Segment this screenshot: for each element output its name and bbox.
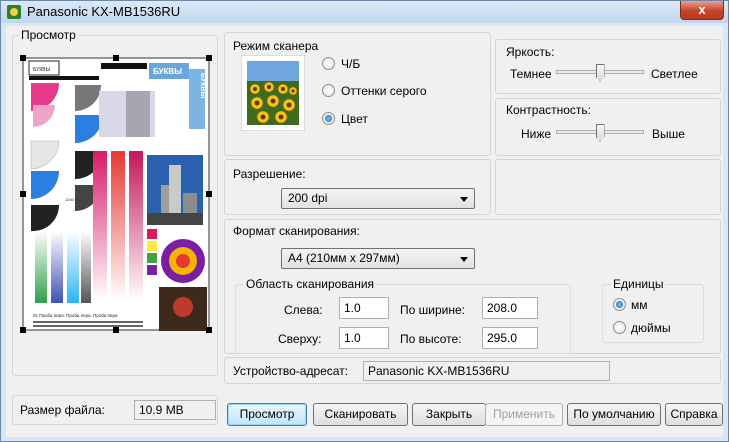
destination-label: Устройство-адресат: bbox=[233, 364, 349, 378]
app-icon bbox=[7, 5, 21, 19]
left-offset-label: Слева: bbox=[284, 303, 323, 317]
contrast-slider-thumb[interactable] bbox=[595, 124, 605, 142]
gray-label-text: 1250 M bbox=[65, 197, 78, 202]
scan-format-panel: Формат сканирования: A4 (210мм x 297мм) … bbox=[224, 219, 721, 354]
chevron-down-icon bbox=[460, 257, 468, 262]
resolution-select[interactable]: 200 dpi bbox=[281, 188, 475, 209]
scanner-mode-panel: Режим сканера Ч/Б Оттенки серого Цвет bbox=[224, 32, 491, 156]
window-title: Panasonic KX-MB1536RU bbox=[27, 4, 181, 19]
contrast-label: Контрастность: bbox=[506, 103, 592, 117]
apply-button[interactable]: Применить bbox=[485, 403, 563, 426]
preview-group: Просмотр БУКВЫ БУКВЫ БУКВЫ 1250 M 1250 M… bbox=[12, 28, 218, 376]
file-size-value: 10.9 MB bbox=[134, 400, 216, 420]
units-label-inch: дюймы bbox=[631, 321, 671, 335]
scan-area-group: Область сканирования Слева: 1.0 По ширин… bbox=[235, 277, 571, 354]
mode-radio-grayscale[interactable] bbox=[322, 84, 335, 97]
blue-word-text: БУКВЫ bbox=[153, 67, 182, 76]
brightness-slider-thumb[interactable] bbox=[595, 64, 605, 82]
circle-label-text: 1250 M bbox=[159, 239, 172, 244]
left-offset-input[interactable]: 1.0 bbox=[339, 297, 389, 319]
brightness-max-label: Светлее bbox=[651, 67, 698, 81]
brightness-min-label: Темнее bbox=[510, 67, 552, 81]
scan-format-value: A4 (210мм x 297мм) bbox=[288, 251, 400, 265]
close-window-button[interactable]: x bbox=[680, 1, 724, 20]
destination-panel: Устройство-адресат: Panasonic KX-MB1536R… bbox=[224, 357, 721, 384]
mode-label-bw: Ч/Б bbox=[341, 57, 361, 71]
color-mode-thumbnail bbox=[241, 55, 305, 131]
mode-label-grayscale: Оттенки серого bbox=[341, 84, 427, 98]
height-label: По высоте: bbox=[400, 332, 462, 346]
brightness-label: Яркость: bbox=[506, 45, 555, 59]
scan-format-label: Формат сканирования: bbox=[233, 224, 360, 238]
top-offset-label: Сверху: bbox=[278, 332, 322, 346]
resolution-value: 200 dpi bbox=[288, 191, 328, 205]
preview-button[interactable]: Просмотр bbox=[227, 403, 307, 426]
width-label: По ширине: bbox=[400, 303, 465, 317]
preview-group-label: Просмотр bbox=[19, 28, 78, 42]
defaults-button[interactable]: По умолчанию bbox=[567, 403, 661, 426]
title-bar[interactable]: Panasonic KX-MB1536RU x bbox=[1, 1, 728, 23]
scanner-dialog-window: Panasonic KX-MB1536RU x Просмотр БУКВЫ Б… bbox=[0, 0, 729, 442]
scan-button[interactable]: Сканировать bbox=[313, 403, 408, 426]
dialog-client-area: Просмотр БУКВЫ БУКВЫ БУКВЫ 1250 M 1250 M… bbox=[6, 26, 723, 437]
scan-format-select[interactable]: A4 (210мм x 297мм) bbox=[281, 248, 475, 269]
scanner-mode-label: Режим сканера bbox=[233, 39, 319, 53]
empty-panel bbox=[495, 159, 721, 215]
resolution-label: Разрешение: bbox=[233, 167, 306, 181]
preview-image[interactable]: БУКВЫ БУКВЫ БУКВЫ 1250 M 1250 M 01 Проба… bbox=[19, 55, 213, 333]
height-input[interactable]: 295.0 bbox=[482, 327, 538, 349]
units-group: Единицы мм дюймы bbox=[602, 277, 704, 343]
units-label-mm: мм bbox=[631, 298, 648, 312]
top-offset-input[interactable]: 1.0 bbox=[339, 327, 389, 349]
contrast-max-label: Выше bbox=[652, 127, 685, 141]
corner-box-text: БУКВЫ bbox=[33, 67, 51, 73]
resolution-panel: Разрешение: 200 dpi bbox=[224, 159, 491, 215]
units-radio-mm[interactable] bbox=[613, 298, 626, 311]
destination-field: Panasonic KX-MB1536RU bbox=[363, 361, 610, 381]
file-size-label: Размер файла: bbox=[20, 403, 105, 417]
close-icon: x bbox=[698, 2, 706, 17]
mode-label-color: Цвет bbox=[341, 112, 368, 126]
vertical-word-text: БУКВЫ bbox=[199, 73, 206, 99]
scan-area-label: Область сканирования bbox=[244, 277, 377, 291]
mode-radio-bw[interactable] bbox=[322, 57, 335, 70]
chevron-down-icon bbox=[460, 197, 468, 202]
close-button[interactable]: Закрыть bbox=[412, 403, 486, 426]
contrast-min-label: Ниже bbox=[521, 127, 552, 141]
file-size-panel: Размер файла: 10.9 MB bbox=[12, 395, 218, 425]
footer-line-text: 01 Проба пера. Проба пера. Проба пера bbox=[33, 313, 118, 318]
units-radio-inch[interactable] bbox=[613, 321, 626, 334]
mode-radio-color[interactable] bbox=[322, 112, 335, 125]
brightness-panel: Яркость: Темнее Светлее bbox=[495, 39, 721, 94]
units-label: Единицы bbox=[611, 277, 666, 291]
help-button[interactable]: Справка bbox=[665, 403, 723, 426]
width-input[interactable]: 208.0 bbox=[482, 297, 538, 319]
contrast-panel: Контрастность: Ниже Выше bbox=[495, 98, 721, 156]
